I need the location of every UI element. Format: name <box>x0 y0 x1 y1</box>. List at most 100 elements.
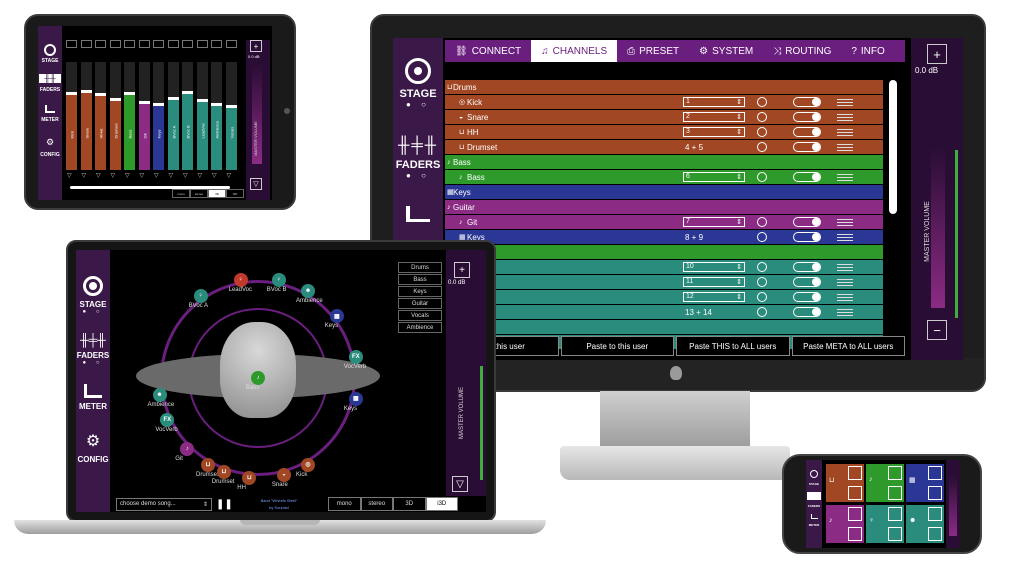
sidebar-item-faders[interactable]: ╫╪╫ FADERS ● ○ <box>77 333 109 366</box>
mode-button-3d[interactable]: 3D <box>208 189 226 198</box>
stage-icon[interactable] <box>810 470 818 478</box>
sidebar-item-faders[interactable]: ╫╪╫ FADERS ● ○ <box>396 137 441 180</box>
sidebar-item-config[interactable]: ⚙ CONFIG <box>77 431 108 464</box>
solo-button[interactable] <box>211 40 222 48</box>
stage-node[interactable]: ♀ <box>233 272 248 287</box>
tab-connect[interactable]: ⛓ CONNECT <box>445 40 531 62</box>
channel-group-row[interactable]: ♪ Guitar <box>445 200 883 214</box>
stage-node[interactable]: ⊔ <box>216 464 231 479</box>
channel-toggle[interactable] <box>793 307 821 317</box>
channel-row[interactable]: ♪ Git 7 ⇕ <box>445 215 883 229</box>
channel-row[interactable]: ⊔ HH 3 ⇕ <box>445 125 883 139</box>
channel-card[interactable]: ♪ <box>826 505 864 543</box>
meter-icon[interactable] <box>45 105 55 113</box>
triangle-icon[interactable]: ▽ <box>67 172 72 179</box>
drag-handle-icon[interactable] <box>837 173 853 181</box>
channel-toggle[interactable] <box>793 232 821 242</box>
channel-row[interactable]: ◎ Kick 1 ⇕ <box>445 95 883 109</box>
channel-group-row[interactable]: ls <box>445 245 883 259</box>
legend-item[interactable]: Keys <box>398 286 442 297</box>
channel-row[interactable]: ▦ Keys 8 + 9 <box>445 230 883 244</box>
pause-button[interactable]: ❚❚ <box>216 499 233 510</box>
input-select[interactable]: 10 ⇕ <box>683 262 745 272</box>
fader-handle[interactable] <box>167 96 179 100</box>
legend-item[interactable]: Ambience <box>398 322 442 333</box>
solo-button[interactable] <box>167 40 179 48</box>
volume-up-button[interactable] <box>888 507 902 521</box>
gear-icon[interactable]: ⚙ <box>46 137 54 148</box>
channel-fader[interactable]: Snare ▽ <box>80 40 92 180</box>
stereo-icon[interactable] <box>757 232 767 242</box>
input-select[interactable]: 1 ⇕ <box>683 97 745 107</box>
channel-group-row[interactable]: nce <box>445 320 883 334</box>
solo-button[interactable] <box>80 40 92 48</box>
volume-down-button[interactable]: ▽ <box>452 476 468 492</box>
triangle-icon[interactable]: ▽ <box>140 172 145 179</box>
mode-button-mono[interactable]: mono <box>328 497 361 511</box>
mono-icon[interactable] <box>757 277 767 287</box>
stage-node[interactable]: FX <box>348 350 363 365</box>
stage-node[interactable]: ☻ <box>152 388 167 403</box>
song-link[interactable]: by Soundcl <box>234 505 324 510</box>
sidebar-item-stage[interactable]: STAGE ● ○ <box>80 276 106 315</box>
stage-view[interactable]: ♀ LeadVoc ♀ BVoc B ☻ Ambience ♀ BVoc A ▦ Keys FX Vo… <box>116 250 398 496</box>
solo-button[interactable] <box>138 40 150 48</box>
stage-node[interactable]: ◎ <box>301 457 315 472</box>
fader-handle[interactable] <box>124 92 135 96</box>
channel-toggle[interactable] <box>793 277 821 287</box>
channel-row[interactable]: ♪ Bass 6 ⇕ <box>445 170 883 184</box>
mono-icon[interactable] <box>757 112 767 122</box>
mode-button-mono[interactable]: mono <box>172 189 190 198</box>
channel-toggle[interactable] <box>793 127 821 137</box>
tab-routing[interactable]: ⤨ ROUTING <box>763 40 841 62</box>
fader-handle[interactable] <box>196 98 208 102</box>
solo-button[interactable] <box>182 40 193 48</box>
drag-handle-icon[interactable] <box>837 263 853 271</box>
mode-button-i3d[interactable]: i3D <box>425 497 458 511</box>
channel-fader[interactable]: Bass ▽ <box>124 40 135 180</box>
input-select[interactable]: 12 ⇕ <box>683 292 745 302</box>
meter-icon[interactable] <box>810 514 818 519</box>
drag-handle-icon[interactable] <box>837 143 853 151</box>
mono-icon[interactable] <box>757 127 767 137</box>
faders-icon[interactable]: ╫╫ <box>39 74 61 83</box>
volume-down-button[interactable] <box>888 527 902 541</box>
mono-icon[interactable] <box>757 262 767 272</box>
song-credit[interactable]: Band "Wheels Steel" by Soundcl <box>234 498 324 510</box>
channel-fader[interactable]: Keys ▽ <box>153 40 164 180</box>
sidebar-item-stage[interactable]: STAGE ● ○ <box>399 58 437 109</box>
volume-down-button[interactable]: − <box>927 320 947 340</box>
input-select[interactable]: 11 ⇕ <box>683 277 745 287</box>
channel-row[interactable]: oc A10 ⇕ <box>445 260 883 274</box>
channel-list-scrollbar[interactable] <box>889 80 897 214</box>
channel-toggle[interactable] <box>793 262 821 272</box>
triangle-icon[interactable]: ▽ <box>96 172 101 179</box>
volume-up-button[interactable]: + <box>927 44 947 64</box>
fader-handle[interactable] <box>109 97 121 101</box>
volume-up-button[interactable] <box>848 507 862 521</box>
stage-icon[interactable] <box>44 44 56 56</box>
channel-toggle[interactable] <box>793 292 821 302</box>
mono-icon[interactable] <box>757 217 767 227</box>
triangle-icon[interactable]: ▽ <box>212 172 217 179</box>
solo-button[interactable] <box>153 40 164 48</box>
channel-fader[interactable]: BVoc A ▽ <box>167 40 179 180</box>
paste-button[interactable]: Paste THIS to ALL users <box>676 336 790 356</box>
stage-node[interactable]: ♪ <box>251 371 265 385</box>
channel-toggle[interactable] <box>793 97 821 107</box>
channel-fader[interactable]: BVoc B ▽ <box>182 40 193 180</box>
master-volume-slider[interactable] <box>949 476 957 536</box>
fader-handle[interactable] <box>80 90 92 94</box>
fader-handle[interactable] <box>138 101 150 105</box>
solo-button[interactable] <box>196 40 208 48</box>
fader-handle[interactable] <box>225 105 237 109</box>
channel-card[interactable]: ⊔ <box>826 464 864 502</box>
channel-toggle[interactable] <box>793 142 821 152</box>
meter-icon[interactable] <box>406 206 430 222</box>
volume-up-button[interactable]: + <box>250 40 262 52</box>
channel-card[interactable]: ♀ <box>866 505 904 543</box>
channel-group-row[interactable]: ▦ Keys <box>445 185 883 199</box>
channel-card[interactable]: ♪ <box>866 464 904 502</box>
volume-up-button[interactable] <box>928 466 942 480</box>
input-select[interactable]: 7 ⇕ <box>683 217 745 227</box>
